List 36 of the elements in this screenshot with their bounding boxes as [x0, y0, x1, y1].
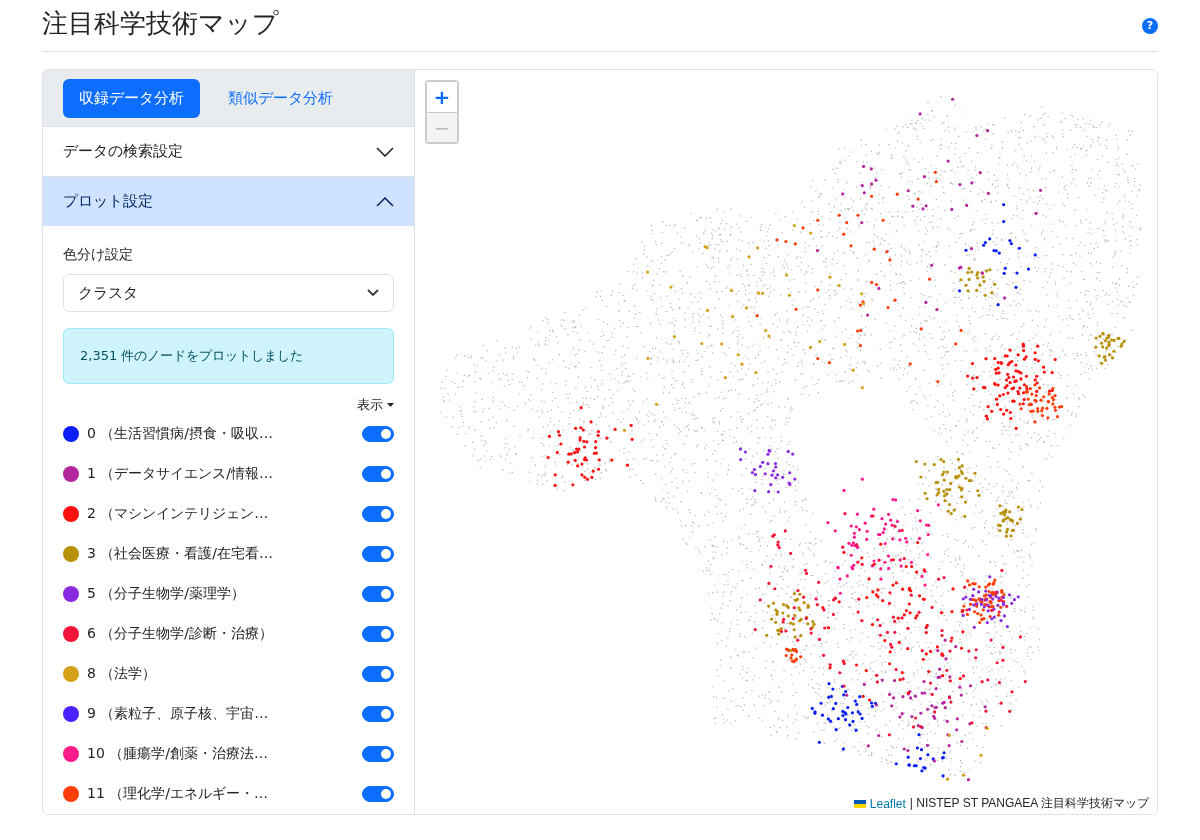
tab[interactable]: 類似データ分析 [212, 79, 349, 118]
field-label: 色分け設定 [63, 246, 134, 264]
cluster-label: 3 （社会医療・看護/在宅看… [87, 545, 275, 563]
select-field[interactable]: クラスタ [63, 274, 394, 312]
toggle-switch[interactable] [362, 506, 394, 522]
cluster-label: 5 （分子生物学/薬理学） [87, 585, 247, 603]
tab[interactable]: 収録データ分析 [63, 79, 200, 118]
chevron-up-icon [376, 196, 394, 207]
cluster-label: 11 （理化学/エネルギー・… [87, 785, 269, 803]
cluster-label: 1 （データサイエンス/情報… [87, 465, 275, 483]
toggle-switch[interactable] [362, 626, 394, 642]
caret-icon [387, 403, 394, 407]
accordion-header[interactable]: プロット設定 [43, 176, 414, 226]
help-icon[interactable]: ? [1142, 17, 1158, 34]
attribution-text: | NISTEP ST PANGAEA 注目科学技術マップ [909, 795, 1149, 812]
cluster-label: 6 （分子生物学/診断・治療） [87, 625, 275, 643]
cluster-label: 10 （腫瘍学/創薬・治療法… [87, 745, 269, 763]
toggle-switch[interactable] [362, 466, 394, 482]
toggle-switch[interactable] [362, 586, 394, 602]
cluster-label: 2 （マシンインテリジェン… [87, 505, 270, 523]
toggle-switch[interactable] [362, 706, 394, 722]
toggle-switch[interactable] [362, 426, 394, 442]
page-title: 注目科学技術マップ [42, 7, 279, 40]
flag-icon [853, 799, 866, 808]
toggle-switch[interactable] [362, 746, 394, 762]
cluster-label: 9 （素粒子、原子核、宇宙… [87, 705, 270, 723]
toggle-switch[interactable] [362, 546, 394, 562]
cluster-label: 0 （生活習慣病/摂食・吸収… [87, 425, 275, 443]
toggle-switch[interactable] [362, 786, 394, 802]
info-alert: 2,351 件のノードをプロットしました [63, 328, 394, 384]
chevron-down-icon [367, 289, 379, 297]
chevron-down-icon [376, 146, 394, 157]
toggle-switch[interactable] [362, 666, 394, 682]
display-dropdown[interactable]: 表示 [357, 396, 394, 414]
leaflet-link[interactable]: Leaflet [869, 796, 906, 811]
cluster-label: 8 （法学） [87, 665, 158, 683]
